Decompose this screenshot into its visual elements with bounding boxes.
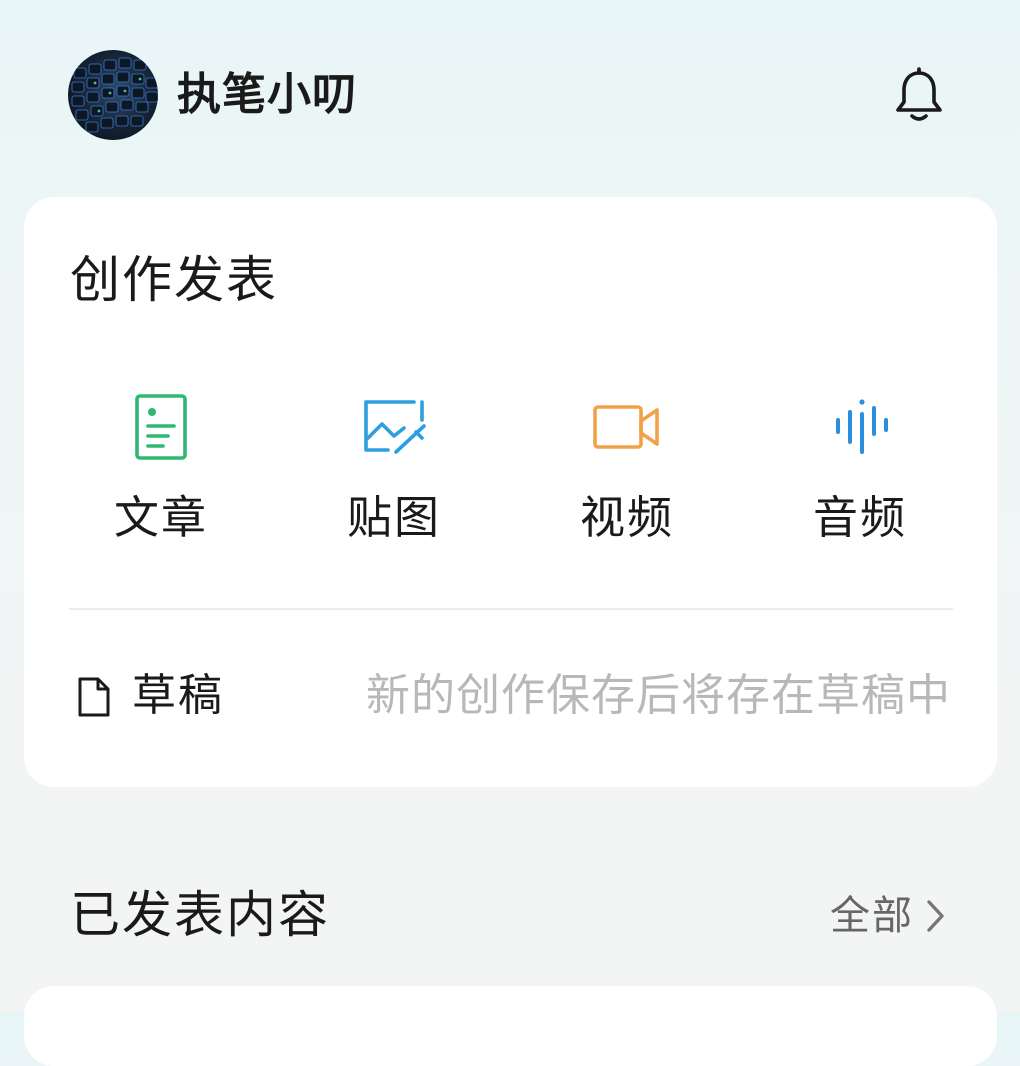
see-all-link[interactable]: 全部 (830, 890, 948, 942)
create-card: 创作发表 文章 贴图 视频 音频 草稿 新的创作保存后将存在草稿中 (24, 197, 997, 787)
create-article-label: 文章 (113, 491, 208, 544)
see-all-label: 全部 (830, 893, 914, 939)
avatar-keyboard-image (71, 57, 158, 133)
divider (69, 608, 953, 610)
image-icon (364, 400, 426, 454)
audio-wave-icon (836, 399, 888, 454)
published-list-card (24, 986, 997, 1066)
create-video-label: 视频 (579, 491, 674, 544)
create-article-button[interactable]: 文章 (45, 382, 277, 552)
drafts-row[interactable]: 草稿 新的创作保存后将存在草稿中 (24, 637, 997, 757)
video-camera-icon (593, 405, 659, 449)
create-card-title: 创作发表 (70, 251, 278, 309)
bell-icon[interactable] (893, 66, 945, 124)
drafts-hint: 新的创作保存后将存在草稿中 (366, 670, 951, 721)
username: 执笔小叨 (177, 69, 357, 120)
create-audio-label: 音频 (812, 491, 907, 544)
profile-header: 执笔小叨 (0, 0, 1020, 190)
avatar[interactable] (68, 50, 158, 140)
create-audio-button[interactable]: 音频 (744, 382, 976, 552)
article-icon (135, 394, 187, 460)
chevron-right-icon (927, 900, 944, 932)
create-image-button[interactable]: 贴图 (278, 382, 510, 552)
create-image-label: 贴图 (346, 491, 441, 544)
document-icon (78, 677, 110, 717)
drafts-label: 草稿 (132, 670, 224, 721)
create-video-button[interactable]: 视频 (511, 382, 743, 552)
published-section-title: 已发表内容 (70, 886, 330, 944)
